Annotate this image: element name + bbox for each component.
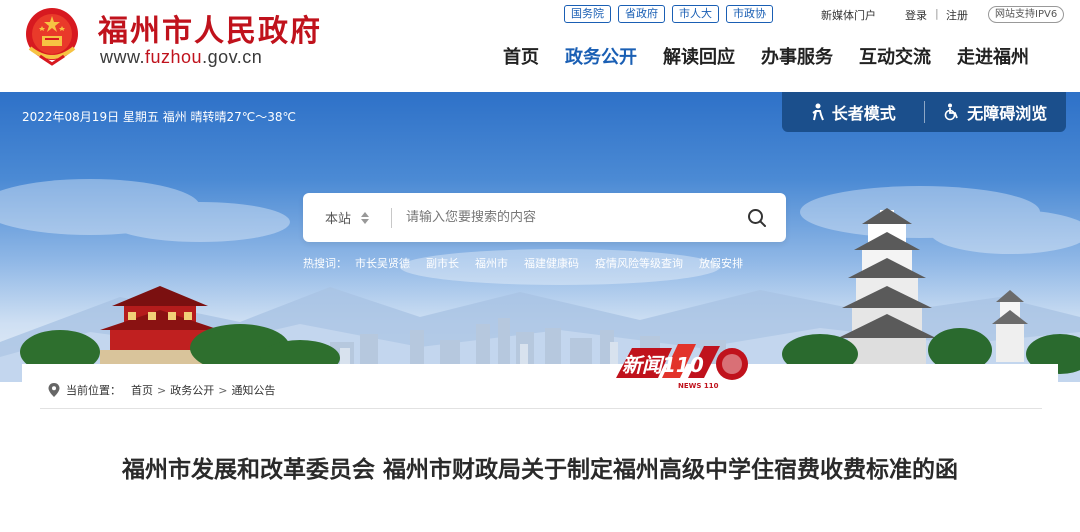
- wheelchair-icon: [944, 103, 959, 121]
- breadcrumb-divider: [40, 408, 1042, 409]
- hot-word-mayor[interactable]: 市长吴贤德: [355, 255, 410, 271]
- site-name[interactable]: 福州市人民政府: [98, 6, 322, 50]
- hot-word-health-code[interactable]: 福建健康码: [524, 255, 579, 271]
- url-highlight: fuzhou: [145, 47, 203, 67]
- login-divider: |: [935, 7, 939, 20]
- breadcrumb: 当前位置： 首页 > 政务公开 > 通知公告: [48, 382, 275, 398]
- article-title: 福州市发展和改革委员会 福州市财政局关于制定福州高级中学住宿费收费标准的函: [121, 457, 958, 483]
- search-icon: [748, 208, 766, 227]
- date-weather: 2022年08月19日 星期五 福州 晴转晴27℃～38℃: [22, 110, 297, 124]
- link-cppcc[interactable]: 市政协: [726, 5, 773, 23]
- main-nav: 首页 政务公开 解读回应 办事服务 互动交流 走进福州: [490, 46, 1042, 70]
- location-label: 当前位置：: [66, 384, 121, 397]
- location-pin-icon: [48, 383, 60, 397]
- breadcrumb-separator: >: [218, 383, 228, 397]
- national-emblem-icon[interactable]: [20, 4, 84, 68]
- link-provincial-gov[interactable]: 省政府: [618, 5, 665, 23]
- nav-about-fuzhou[interactable]: 走进福州: [944, 46, 1042, 70]
- nav-interpretation[interactable]: 解读回应: [650, 46, 748, 70]
- site-header: 福州市人民政府 www.fuzhou.gov.cn 国务院 省政府 市人大 市政…: [0, 0, 1080, 92]
- link-state-council[interactable]: 国务院: [564, 5, 611, 23]
- sort-arrows-icon: [361, 211, 369, 224]
- login-link[interactable]: 登录: [905, 7, 927, 23]
- nav-interaction[interactable]: 互动交流: [846, 46, 944, 70]
- breadcrumb-notices[interactable]: 通知公告: [231, 382, 275, 398]
- nav-services[interactable]: 办事服务: [748, 46, 846, 70]
- new-media-link[interactable]: 新媒体门户: [821, 7, 876, 23]
- breadcrumb-home[interactable]: 首页: [131, 382, 153, 398]
- top-links: 国务院 省政府 市人大 市政协: [564, 5, 773, 23]
- breadcrumb-separator: >: [157, 383, 167, 397]
- search-scope-select[interactable]: 本站: [303, 208, 391, 227]
- elder-mode-button[interactable]: 长者模式: [782, 92, 924, 132]
- elder-mode-label: 长者模式: [831, 104, 896, 123]
- svg-text:新闻110: 新闻110: [622, 353, 704, 377]
- hero-banner: 2022年08月19日 星期五 福州 晴转晴27℃～38℃ 长者模式 无障碍浏览…: [0, 92, 1080, 382]
- hot-word-vice-mayor[interactable]: 副市长: [426, 255, 459, 271]
- news-110-logo: 新闻110 NEWS 110: [616, 344, 748, 390]
- article-container: 当前位置： 首页 > 政务公开 > 通知公告 福州市发展和改革委员会 福州市财政…: [22, 364, 1058, 532]
- accessibility-bar: 长者模式 无障碍浏览: [782, 92, 1066, 132]
- breadcrumb-government-affairs[interactable]: 政务公开: [170, 382, 214, 398]
- register-link[interactable]: 注册: [946, 7, 968, 23]
- elder-icon: [812, 103, 824, 121]
- accessibility-button[interactable]: 无障碍浏览: [925, 92, 1067, 132]
- search-scope-label: 本站: [324, 212, 351, 227]
- hot-search-label: 热搜词：: [303, 257, 347, 270]
- link-peoples-congress[interactable]: 市人大: [672, 5, 719, 23]
- svg-text:NEWS 110: NEWS 110: [678, 382, 719, 390]
- site-url: www.fuzhou.gov.cn: [100, 47, 262, 68]
- nav-government-affairs[interactable]: 政务公开: [552, 46, 650, 70]
- search-button[interactable]: [728, 193, 786, 242]
- hot-search-words: 热搜词： 市长吴贤德 副市长 福州市 福建健康码 疫情风险等级查询 放假安排: [303, 255, 759, 271]
- hot-word-holiday[interactable]: 放假安排: [699, 255, 743, 271]
- url-suffix: .gov.cn: [202, 47, 263, 67]
- accessibility-label: 无障碍浏览: [967, 104, 1048, 123]
- hot-word-risk-level[interactable]: 疫情风险等级查询: [595, 255, 683, 271]
- hot-word-fuzhou[interactable]: 福州市: [475, 255, 508, 271]
- nav-home[interactable]: 首页: [490, 46, 552, 70]
- ipv6-badge: 网站支持IPV6: [988, 6, 1065, 23]
- search-input[interactable]: [392, 210, 728, 225]
- url-prefix: www.: [100, 47, 146, 67]
- search-box: 本站: [303, 193, 786, 242]
